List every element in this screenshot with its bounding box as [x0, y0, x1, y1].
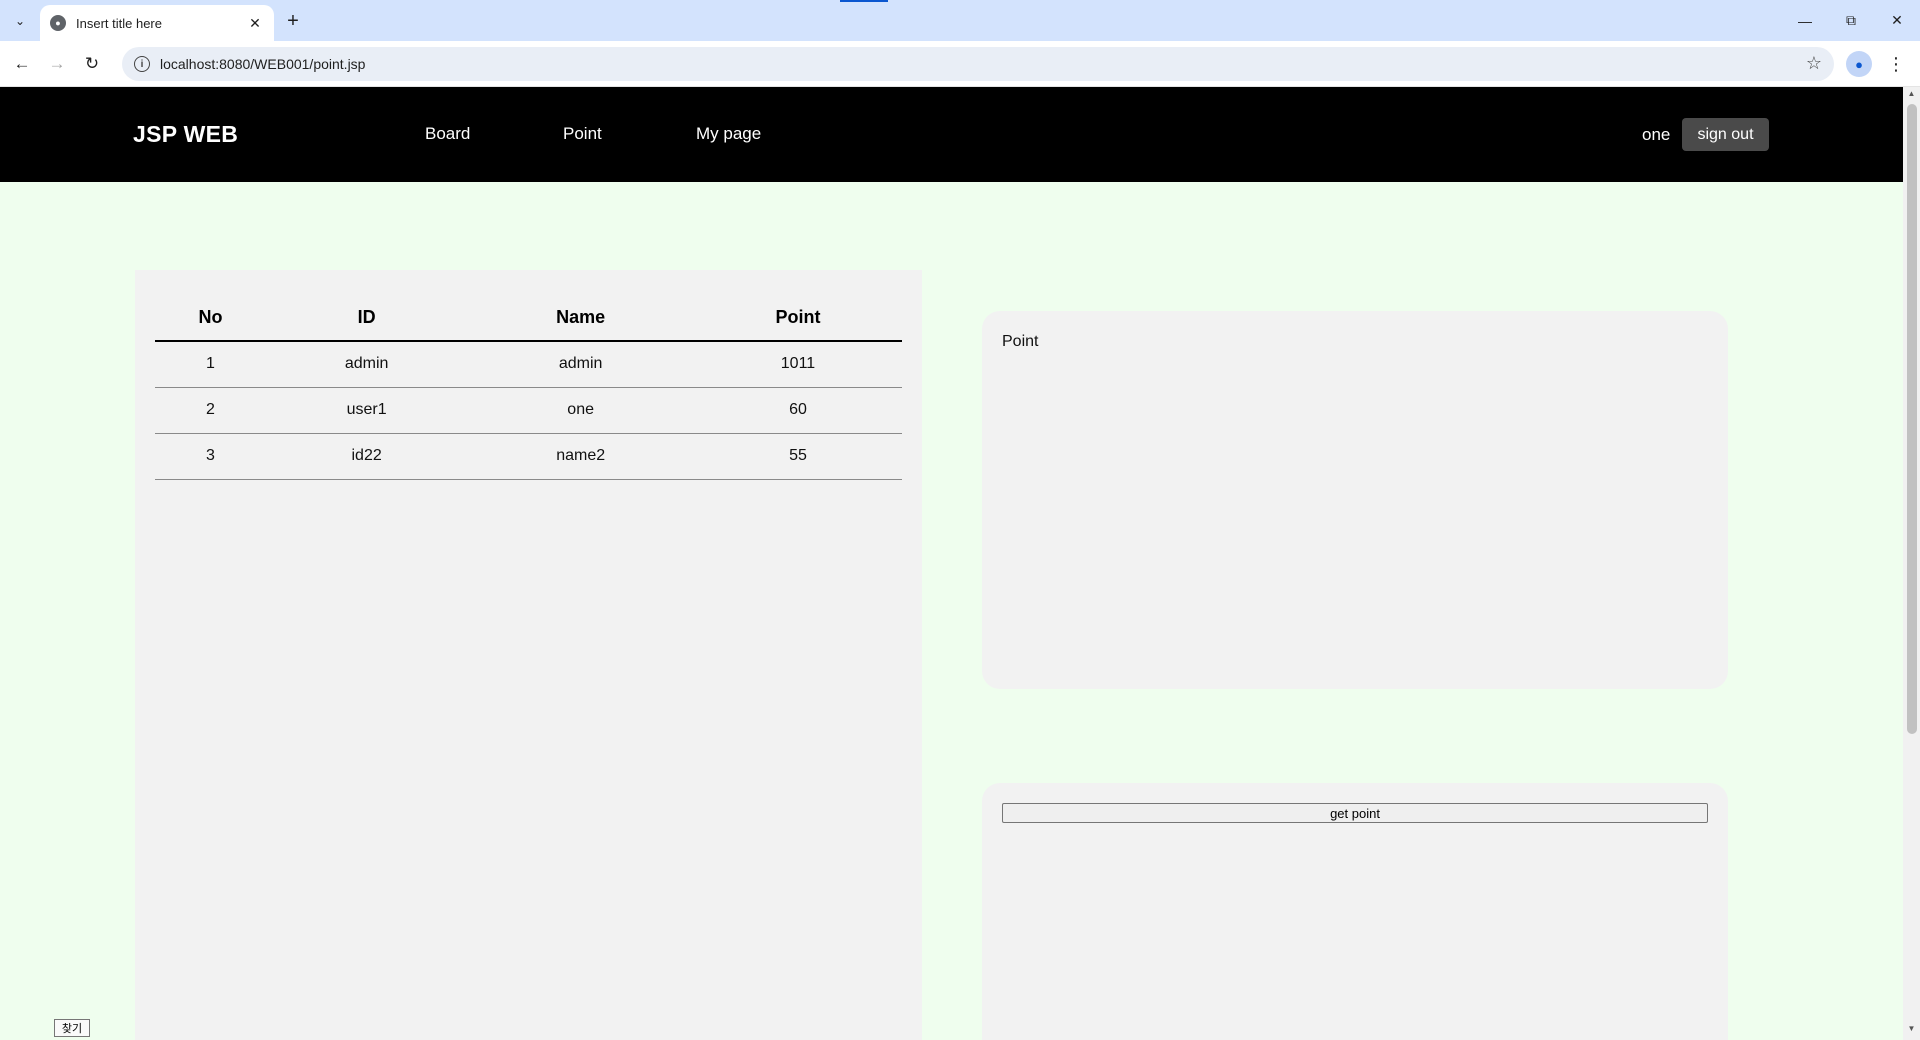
browser-tab[interactable]: ● Insert title here ✕ [40, 5, 274, 41]
new-tab-plus-icon[interactable]: + [281, 9, 305, 33]
cell-point: 60 [693, 387, 902, 434]
bookmark-star-icon[interactable]: ☆ [1806, 53, 1822, 74]
cell-no: 3 [155, 433, 266, 480]
browser-tabstrip: ⌄ ● Insert title here ✕ + — ⧉ ✕ [0, 0, 1920, 41]
table-header-row: No ID Name Point [155, 295, 902, 342]
points-table: No ID Name Point 1 admin admin 1011 2 us… [155, 295, 902, 480]
column-header-point: Point [693, 295, 902, 342]
nav-link-point[interactable]: Point [563, 124, 602, 144]
cell-name: one [467, 387, 694, 434]
get-point-button[interactable]: get point [1002, 803, 1708, 823]
back-arrow-left-icon[interactable]: ← [8, 50, 36, 78]
cell-point: 55 [693, 433, 902, 480]
scroll-down-arrow-icon[interactable]: ▼ [1903, 1024, 1920, 1038]
cell-name: name2 [467, 433, 694, 480]
page-scrollbar[interactable]: ▲ ▼ [1903, 87, 1920, 1040]
point-card-title: Point [1002, 333, 1039, 350]
column-header-name: Name [467, 295, 694, 342]
reload-icon[interactable]: ↻ [78, 50, 106, 78]
kebab-menu-icon[interactable]: ⋮ [1886, 51, 1906, 77]
current-user-name: one [1642, 125, 1671, 144]
page-viewport: JSP WEB Board Point My page one sign out… [0, 87, 1903, 1040]
site-info-icon[interactable]: i [134, 56, 150, 72]
find-button[interactable]: 찾기 [54, 1019, 90, 1037]
site-brand[interactable]: JSP WEB [133, 121, 238, 148]
sign-out-button[interactable]: sign out [1682, 118, 1769, 151]
scroll-up-arrow-icon[interactable]: ▲ [1903, 89, 1920, 103]
cell-no: 1 [155, 341, 266, 388]
tab-title: Insert title here [76, 15, 162, 31]
cell-id: user1 [265, 387, 468, 434]
close-window-icon[interactable]: ✕ [1874, 0, 1920, 41]
nav-link-board[interactable]: Board [425, 124, 470, 144]
table-row: 3 id22 name2 55 [155, 433, 902, 480]
loading-indicator [840, 0, 888, 2]
points-table-panel: No ID Name Point 1 admin admin 1011 2 us… [135, 270, 922, 1040]
cell-no: 2 [155, 387, 266, 434]
cell-name: admin [467, 341, 694, 388]
minimize-icon[interactable]: — [1782, 0, 1828, 41]
tab-close-icon[interactable]: ✕ [246, 14, 264, 32]
cell-point: 1011 [693, 341, 902, 388]
site-navbar: JSP WEB Board Point My page one sign out [0, 87, 1903, 182]
column-header-no: No [155, 295, 266, 342]
cell-id: id22 [265, 433, 468, 480]
browser-toolbar: ← → ↻ i localhost:8080/WEB001/point.jsp … [0, 41, 1920, 87]
address-bar[interactable]: i localhost:8080/WEB001/point.jsp ☆ [122, 47, 1834, 81]
scrollbar-thumb[interactable] [1907, 104, 1917, 734]
cell-id: admin [265, 341, 468, 388]
forward-arrow-right-icon[interactable]: → [43, 50, 71, 78]
globe-icon: ● [50, 15, 66, 31]
nav-link-mypage[interactable]: My page [696, 124, 761, 144]
get-point-card: get point [982, 783, 1728, 1040]
restore-icon[interactable]: ⧉ [1828, 0, 1874, 41]
url-text[interactable]: localhost:8080/WEB001/point.jsp [160, 56, 365, 72]
profile-person-icon[interactable]: ● [1846, 51, 1872, 77]
point-card: Point [982, 311, 1728, 689]
column-header-id: ID [265, 295, 468, 342]
tab-search-chevron-down-icon[interactable]: ⌄ [8, 9, 32, 33]
table-row: 2 user1 one 60 [155, 387, 902, 434]
table-row: 1 admin admin 1011 [155, 341, 902, 388]
